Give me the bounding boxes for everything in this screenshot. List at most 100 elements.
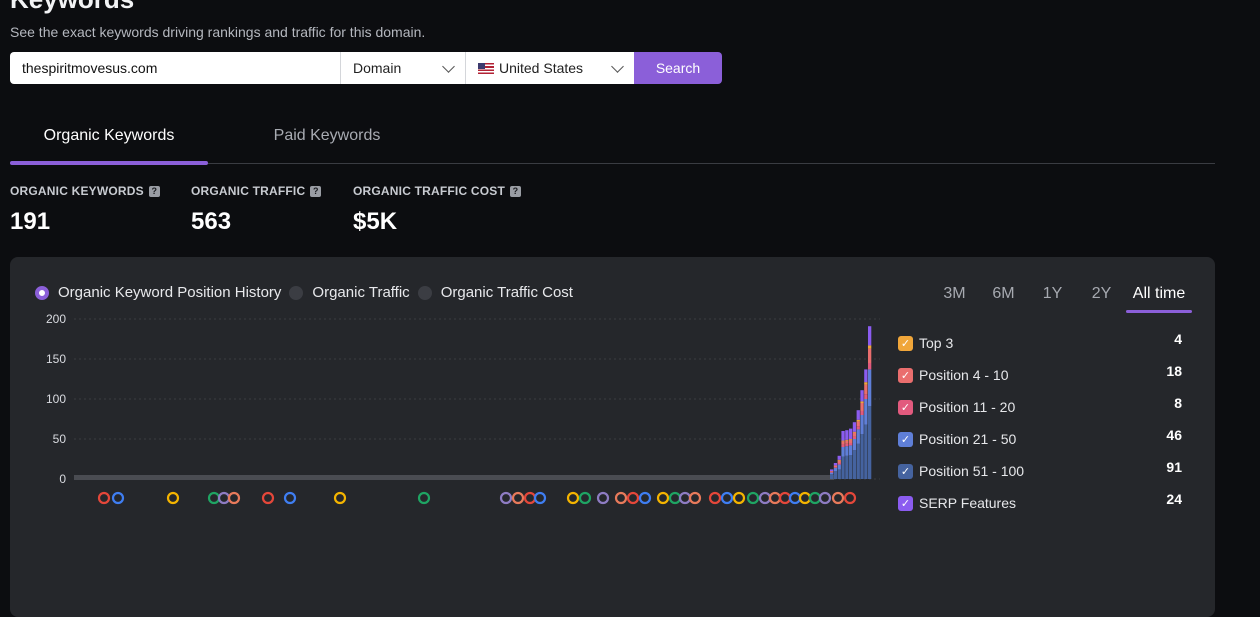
chart-bar-segment[interactable] <box>864 382 868 385</box>
serp-feature-icon[interactable] <box>638 491 652 505</box>
serp-feature-icon[interactable] <box>578 491 592 505</box>
chart-bar-segment[interactable] <box>833 463 838 466</box>
chart-bar-segment[interactable] <box>830 471 834 473</box>
chart-bar-segment[interactable] <box>852 436 857 439</box>
chart-bar-segment[interactable] <box>856 426 860 430</box>
chart-bar-segment[interactable] <box>860 411 864 415</box>
chart-bar-segment[interactable] <box>830 472 834 475</box>
serp-feature-icon[interactable] <box>788 491 802 505</box>
chart-bar-segment[interactable] <box>845 439 849 441</box>
chart-bar-segment[interactable] <box>849 439 853 443</box>
chart-bar-segment[interactable] <box>849 428 853 439</box>
serp-feature-icon[interactable] <box>111 491 125 505</box>
serp-feature-icon[interactable] <box>333 491 347 505</box>
chart-bar-segment[interactable] <box>849 443 853 446</box>
checkbox-checked-icon[interactable]: ✓ <box>898 367 913 383</box>
checkbox-checked-icon[interactable]: ✓ <box>898 495 913 511</box>
chart-bar-segment[interactable] <box>856 429 860 444</box>
serp-feature-icon[interactable] <box>656 491 670 505</box>
search-button[interactable]: Search <box>634 52 722 84</box>
chart-bar-segment[interactable] <box>860 415 864 435</box>
serp-feature-icon[interactable] <box>831 491 845 505</box>
chart-bar-segment[interactable] <box>845 440 849 444</box>
chart-bar-segment[interactable] <box>864 394 868 399</box>
checkbox-checked-icon[interactable]: ✓ <box>898 463 913 479</box>
chart-bar-segment[interactable] <box>837 463 841 465</box>
chart-bar-segment[interactable] <box>837 469 841 479</box>
legend-item[interactable]: ✓ Position 21 - 50 46 <box>898 423 1188 455</box>
serp-feature-icon[interactable] <box>818 491 832 505</box>
range-all-time[interactable]: All time <box>1126 285 1192 313</box>
chart-bar-segment[interactable] <box>830 469 834 471</box>
chart-bar-segment[interactable] <box>864 369 868 383</box>
chart-bar-segment[interactable] <box>860 401 864 403</box>
chart-bar-segment[interactable] <box>845 430 849 440</box>
serp-feature-icon[interactable] <box>732 491 746 505</box>
chart-bar-segment[interactable] <box>868 345 872 349</box>
chart-bar-segment[interactable] <box>849 445 853 455</box>
chart-bar-segment[interactable] <box>849 455 853 479</box>
chart-bar-segment[interactable] <box>864 384 868 395</box>
legend-item[interactable]: ✓ SERP Features 24 <box>898 487 1188 519</box>
serp-feature-icon[interactable] <box>417 491 431 505</box>
chart-bar-segment[interactable] <box>856 419 860 422</box>
serp-feature-icon[interactable] <box>596 491 610 505</box>
serp-feature-icon[interactable] <box>768 491 782 505</box>
chart-bar-segment[interactable] <box>852 450 857 479</box>
view-organic-traffic-cost[interactable]: Organic Traffic Cost <box>417 284 573 301</box>
legend-item[interactable]: ✓ Top 3 4 <box>898 327 1188 359</box>
chart-bar-segment[interactable] <box>841 447 845 457</box>
serp-feature-icon[interactable] <box>614 491 628 505</box>
legend-item[interactable]: ✓ Position 51 - 100 91 <box>898 455 1188 487</box>
chart-bar-segment[interactable] <box>845 455 849 479</box>
chart-bar-segment[interactable] <box>860 403 864 411</box>
serp-feature-icon[interactable] <box>798 491 812 505</box>
range-1y[interactable]: 1Y <box>1028 285 1077 303</box>
serp-feature-icon[interactable] <box>207 491 221 505</box>
serp-feature-icon[interactable] <box>97 491 111 505</box>
serp-feature-icon[interactable] <box>499 491 513 505</box>
chart-bar-segment[interactable] <box>837 459 841 461</box>
chart-bar-segment[interactable] <box>837 460 841 463</box>
domain-input[interactable] <box>10 52 340 84</box>
chart-bar-segment[interactable] <box>841 431 845 441</box>
chart-bar-segment[interactable] <box>833 467 838 471</box>
range-6m[interactable]: 6M <box>979 285 1028 303</box>
serp-feature-icon[interactable] <box>533 491 547 505</box>
legend-item[interactable]: ✓ Position 11 - 20 8 <box>898 391 1188 423</box>
checkbox-checked-icon[interactable]: ✓ <box>898 431 913 447</box>
chart-bar-segment[interactable] <box>868 326 872 346</box>
serp-feature-icon[interactable] <box>758 491 772 505</box>
serp-feature-icon[interactable] <box>566 491 580 505</box>
serp-feature-icon[interactable] <box>626 491 640 505</box>
range-2y[interactable]: 2Y <box>1077 285 1126 303</box>
range-3m[interactable]: 3M <box>930 285 979 303</box>
serp-feature-icon[interactable] <box>746 491 760 505</box>
serp-feature-icon[interactable] <box>283 491 297 505</box>
serp-feature-icon[interactable] <box>523 491 537 505</box>
chart-bar-segment[interactable] <box>852 432 857 437</box>
serp-feature-icon[interactable] <box>720 491 734 505</box>
chart-bar-segment[interactable] <box>864 399 868 425</box>
chart-bar-segment[interactable] <box>868 348 872 363</box>
chart-bar-segment[interactable] <box>833 467 838 468</box>
chart-bar-segment[interactable] <box>852 439 857 451</box>
serp-feature-icon[interactable] <box>843 491 857 505</box>
chart-bar-segment[interactable] <box>830 471 834 472</box>
chart-bar-segment[interactable] <box>841 456 845 479</box>
chart-bar-segment[interactable] <box>830 474 834 479</box>
serp-feature-icon[interactable] <box>668 491 682 505</box>
chart-bar-segment[interactable] <box>852 422 857 432</box>
chart-bar-segment[interactable] <box>856 421 860 427</box>
search-type-select[interactable]: Domain <box>340 52 465 84</box>
country-select[interactable]: United States <box>465 52 634 84</box>
chart-bar-segment[interactable] <box>852 431 857 433</box>
tab-organic-keywords[interactable]: Organic Keywords <box>10 108 208 165</box>
chart-bar-segment[interactable] <box>860 434 864 479</box>
chart-bar-segment[interactable] <box>868 363 872 370</box>
serp-feature-icon[interactable] <box>688 491 702 505</box>
checkbox-checked-icon[interactable]: ✓ <box>898 335 913 351</box>
serp-feature-icon[interactable] <box>778 491 792 505</box>
view-organic-traffic[interactable]: Organic Traffic <box>289 284 410 301</box>
chart-bar-segment[interactable] <box>833 471 838 479</box>
